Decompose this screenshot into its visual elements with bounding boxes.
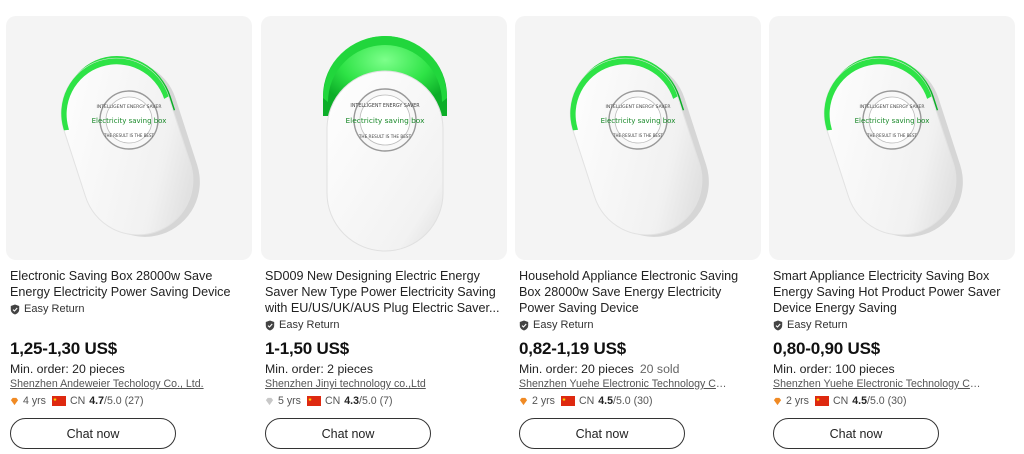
- orange-diamond-icon: [519, 397, 528, 405]
- supplier-country: CN: [832, 395, 849, 407]
- sold-count: 20 sold: [639, 362, 680, 376]
- product-title[interactable]: Smart Appliance Electricity Saving Box E…: [773, 268, 1011, 316]
- device-label-main: Electricity saving box: [346, 116, 426, 125]
- shield-check-icon: [10, 304, 20, 314]
- device-label-main: Electricity saving box: [855, 117, 930, 125]
- supplier-link[interactable]: Shenzhen Andeweier Techology Co., Ltd.: [10, 378, 218, 390]
- easy-return-badge: Easy Return: [10, 302, 248, 316]
- easy-return-label: Easy Return: [279, 319, 340, 331]
- product-title[interactable]: Household Appliance Electronic Saving Bo…: [519, 268, 757, 316]
- product-image-graphic: INTELLIGENT ENERGY SAVER Electricity sav…: [323, 36, 447, 252]
- supplier-meta: 2 yrs CN 4.5/5.0 (30): [773, 394, 1011, 408]
- product-title[interactable]: Electronic Saving Box 28000w Save Energy…: [10, 268, 248, 300]
- supplier-link[interactable]: Shenzhen Jinyi technology co.,Ltd: [265, 378, 473, 390]
- easy-return-label: Easy Return: [787, 319, 848, 331]
- product-price: 0,80-0,90 US$: [773, 339, 881, 358]
- rating-score: 4.7: [89, 395, 105, 407]
- chat-now-button[interactable]: Chat now: [10, 418, 176, 449]
- min-order: Min. order: 20 pieces 20 sold: [519, 362, 757, 376]
- chat-now-button[interactable]: Chat now: [519, 418, 685, 449]
- supplier-years: 4 yrs: [23, 395, 46, 407]
- device-label-bottom: THE RESULT IS THE BEST: [612, 133, 663, 138]
- china-flag-icon: [560, 396, 575, 406]
- rating-detail: /5.0 (7): [359, 395, 393, 407]
- device-label-top: INTELLIGENT ENERGY SAVER: [606, 104, 671, 110]
- supplier-rating: 4.3/5.0 (7): [344, 395, 392, 407]
- shield-check-icon: [265, 320, 275, 330]
- product-card[interactable]: INTELLIGENT ENERGY SAVER Electricity sav…: [515, 0, 761, 454]
- supplier-meta: 4 yrs CN 4.7/5.0 (27): [10, 394, 248, 408]
- product-grid: INTELLIGENT ENERGY SAVER Electricity sav…: [0, 0, 1024, 454]
- supplier-years: 5 yrs: [278, 395, 301, 407]
- orange-diamond-icon: [10, 397, 19, 405]
- supplier-country: CN: [578, 395, 595, 407]
- product-price: 1-1,50 US$: [265, 339, 349, 358]
- supplier-years: 2 yrs: [532, 395, 555, 407]
- supplier-rating: 4.7/5.0 (27): [89, 395, 143, 407]
- supplier-years: 2 yrs: [786, 395, 809, 407]
- product-image[interactable]: INTELLIGENT ENERGY SAVER Electricity sav…: [515, 16, 761, 260]
- rating-detail: /5.0 (27): [104, 395, 144, 407]
- china-flag-icon: [51, 396, 66, 406]
- grey-diamond-icon: [265, 397, 274, 405]
- product-image-graphic: INTELLIGENT ENERGY SAVER Electricity sav…: [60, 55, 200, 237]
- min-order: Min. order: 100 pieces: [773, 362, 1011, 376]
- orange-diamond-icon: [773, 397, 782, 405]
- shield-check-icon: [773, 320, 783, 330]
- device-label-bottom: THE RESULT IS THE BEST: [866, 133, 917, 138]
- easy-return-badge: Easy Return: [519, 318, 757, 332]
- product-price: 1,25-1,30 US$: [10, 339, 118, 358]
- china-flag-icon: [814, 396, 829, 406]
- min-order-label: Min. order: 20 pieces: [519, 362, 634, 376]
- device-label-main: Electricity saving box: [92, 117, 167, 125]
- product-image-graphic: INTELLIGENT ENERGY SAVER Electricity sav…: [569, 55, 709, 237]
- shield-check-icon: [519, 320, 529, 330]
- product-title[interactable]: SD009 New Designing Electric Energy Save…: [265, 268, 503, 316]
- easy-return-badge: Easy Return: [265, 318, 503, 332]
- device-label-bottom: THE RESULT IS THE BEST: [103, 133, 154, 138]
- min-order-label: Min. order: 20 pieces: [10, 362, 125, 376]
- product-image-graphic: INTELLIGENT ENERGY SAVER Electricity sav…: [823, 55, 963, 237]
- product-card[interactable]: INTELLIGENT ENERGY SAVER Electricity sav…: [6, 0, 252, 454]
- product-price: 0,82-1,19 US$: [519, 339, 627, 358]
- rating-detail: /5.0 (30): [867, 395, 907, 407]
- device-label-top: INTELLIGENT ENERGY SAVER: [97, 104, 162, 110]
- product-image[interactable]: INTELLIGENT ENERGY SAVER Electricity sav…: [6, 16, 252, 260]
- easy-return-badge: Easy Return: [773, 318, 1011, 332]
- min-order: Min. order: 20 pieces: [10, 362, 248, 376]
- china-flag-icon: [306, 396, 321, 406]
- supplier-meta: 5 yrs CN 4.3/5.0 (7): [265, 394, 503, 408]
- easy-return-label: Easy Return: [533, 319, 594, 331]
- device-label-top: INTELLIGENT ENERGY SAVER: [860, 104, 925, 110]
- supplier-country: CN: [69, 395, 86, 407]
- min-order-label: Min. order: 100 pieces: [773, 362, 895, 376]
- supplier-rating: 4.5/5.0 (30): [852, 395, 906, 407]
- product-image[interactable]: INTELLIGENT ENERGY SAVER Electricity sav…: [261, 16, 507, 260]
- supplier-country: CN: [324, 395, 341, 407]
- rating-score: 4.3: [344, 395, 360, 407]
- supplier-meta: 2 yrs CN 4.5/5.0 (30): [519, 394, 757, 408]
- product-card[interactable]: INTELLIGENT ENERGY SAVER Electricity sav…: [261, 0, 507, 454]
- product-card[interactable]: INTELLIGENT ENERGY SAVER Electricity sav…: [769, 0, 1015, 454]
- easy-return-label: Easy Return: [24, 303, 85, 315]
- min-order: Min. order: 2 pieces: [265, 362, 503, 376]
- device-label-bottom: THE RESULT IS THE BEST: [358, 134, 412, 139]
- device-label-main: Electricity saving box: [601, 117, 676, 125]
- rating-detail: /5.0 (30): [613, 395, 653, 407]
- supplier-link[interactable]: Shenzhen Yuehe Electronic Technology Co.…: [773, 378, 981, 390]
- chat-now-button[interactable]: Chat now: [773, 418, 939, 449]
- rating-score: 4.5: [598, 395, 614, 407]
- supplier-rating: 4.5/5.0 (30): [598, 395, 652, 407]
- supplier-link[interactable]: Shenzhen Yuehe Electronic Technology Co.…: [519, 378, 727, 390]
- chat-now-button[interactable]: Chat now: [265, 418, 431, 449]
- rating-score: 4.5: [852, 395, 868, 407]
- device-label-top: INTELLIGENT ENERGY SAVER: [350, 103, 420, 109]
- min-order-label: Min. order: 2 pieces: [265, 362, 373, 376]
- product-image[interactable]: INTELLIGENT ENERGY SAVER Electricity sav…: [769, 16, 1015, 260]
